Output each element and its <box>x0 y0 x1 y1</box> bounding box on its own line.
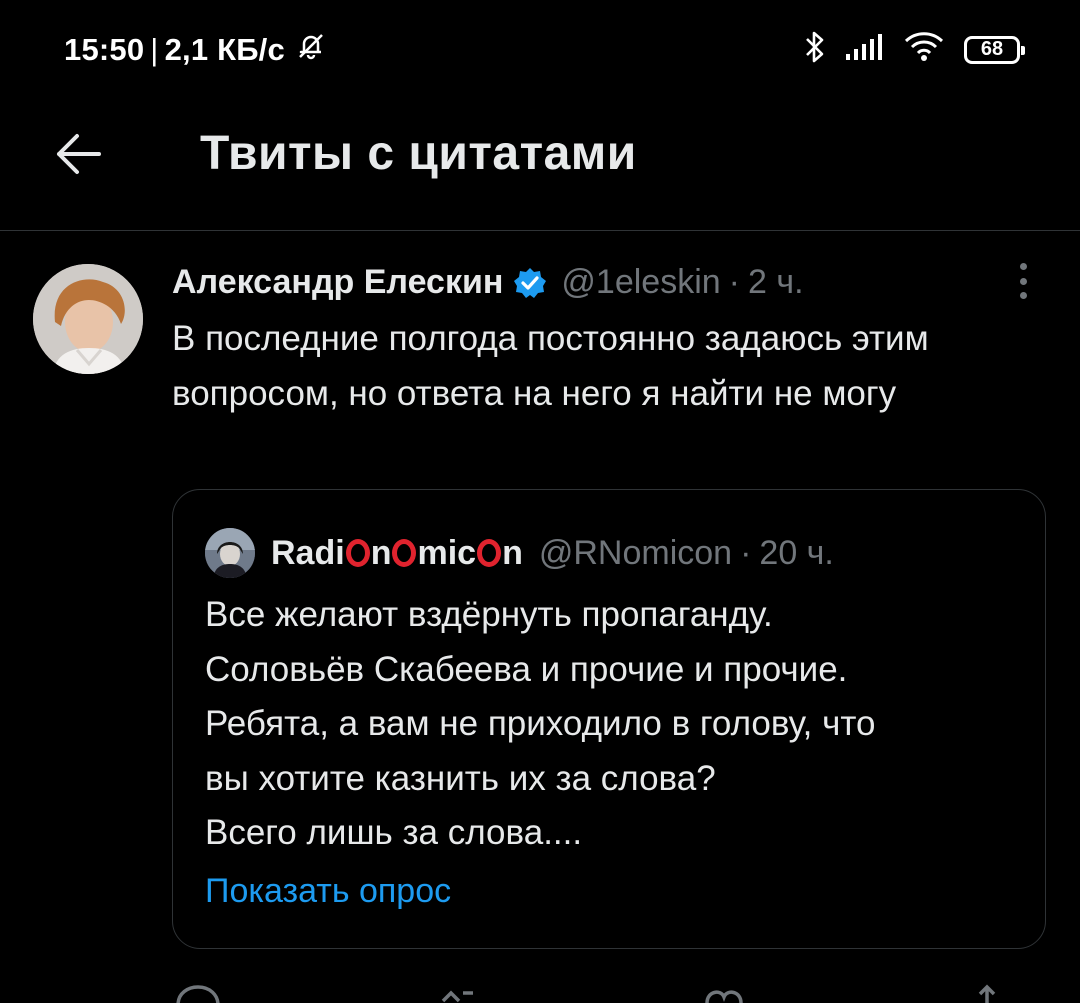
quoted-avatar[interactable] <box>205 528 255 578</box>
status-separator: | <box>150 32 159 67</box>
tweet-header: Александр Елескин @1eleskin · 2 ч. <box>172 263 804 302</box>
tweet-actions <box>172 983 1012 1003</box>
tweet-text: В последние полгода постоянно задаюсь эт… <box>172 319 929 413</box>
page-title: Твиты с цитатами <box>200 127 637 180</box>
arrow-left-icon <box>53 132 103 181</box>
dot-icon <box>1019 263 1027 270</box>
separator-dot: · <box>740 533 752 572</box>
separator-dot: · <box>728 263 740 301</box>
tweet[interactable]: Александр Елескин @1eleskin · 2 ч. В пос… <box>0 231 1080 1003</box>
status-bar: 15:50 | 2,1 КБ/с 68 <box>0 0 1080 96</box>
wifi-icon <box>902 31 946 68</box>
author-name[interactable]: Александр Елескин <box>172 263 503 302</box>
dot-icon <box>1019 292 1027 299</box>
avatar[interactable] <box>33 264 143 374</box>
red-ring-icon <box>392 539 417 567</box>
silent-bell-icon <box>295 30 327 70</box>
quoted-name-part: Radi <box>271 533 345 572</box>
quoted-text-line: Ребята, а вам не приходило в голову, что <box>205 704 876 743</box>
status-right: 68 <box>804 30 1025 69</box>
back-button[interactable] <box>46 124 110 188</box>
header: Твиты с цитатами <box>0 96 1080 231</box>
quoted-time[interactable]: 20 ч. <box>759 534 833 573</box>
status-time: 15:50 <box>64 32 145 67</box>
signal-icon <box>844 32 884 67</box>
verified-badge-icon <box>513 266 547 300</box>
author-handle[interactable]: @1eleskin <box>561 263 720 302</box>
quoted-tweet-text: Все желают вздёрнуть пропаганду. Соловьё… <box>205 588 1025 861</box>
tweet-time[interactable]: 2 ч. <box>748 263 804 302</box>
like-button[interactable] <box>699 983 749 1003</box>
quoted-tweet[interactable]: Radi n mic n @RNomicon · 20 ч. Все желаю… <box>172 489 1046 949</box>
quoted-name-part: n <box>370 533 392 572</box>
more-options-button[interactable] <box>1006 259 1040 303</box>
show-poll-link[interactable]: Показать опрос <box>205 872 451 911</box>
red-ring-icon <box>345 539 370 567</box>
quoted-text-line: Всего лишь за слова.... <box>205 813 583 852</box>
quoted-text-line: Соловьёв Скабеева и прочие и прочие. <box>205 649 848 689</box>
status-net-speed: 2,1 КБ/с <box>164 32 285 67</box>
reply-button[interactable] <box>172 983 222 1003</box>
quoted-author-name[interactable]: Radi n mic n <box>271 534 523 573</box>
quoted-handle[interactable]: @RNomicon <box>539 534 732 573</box>
red-ring-icon <box>477 539 502 567</box>
bluetooth-icon <box>804 30 826 69</box>
retweet-button[interactable] <box>435 983 485 1003</box>
quoted-text-line: вы хотите казнить их за слова? <box>205 758 716 798</box>
quoted-tweet-header: Radi n mic n @RNomicon · 20 ч. <box>205 528 834 578</box>
dot-icon <box>1019 277 1027 285</box>
quoted-text-line: Все желают вздёрнуть пропаганду. <box>205 595 773 634</box>
quoted-name-part: mic <box>417 533 477 572</box>
battery-icon: 68 <box>964 35 1025 64</box>
quoted-name-part: n <box>502 533 523 572</box>
status-left: 15:50 | 2,1 КБ/с <box>64 30 327 70</box>
share-button[interactable] <box>962 983 1012 1003</box>
